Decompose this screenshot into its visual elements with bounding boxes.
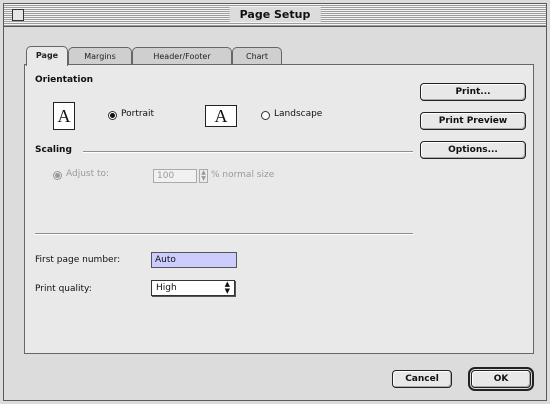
- tab-panel: Orientation A Portrait A Landscape Scali…: [24, 64, 534, 354]
- title-bar[interactable]: Page Setup: [4, 4, 546, 27]
- normal-size-label: % normal size: [211, 170, 275, 180]
- print-quality-popup[interactable]: High ▲ ▼: [151, 280, 235, 296]
- close-box-icon[interactable]: [12, 9, 24, 21]
- page-setup-window: Page Setup Page Margins Header/Footer Ch…: [3, 3, 547, 401]
- portrait-label[interactable]: Portrait: [121, 109, 154, 119]
- tab-header-footer[interactable]: Header/Footer: [132, 47, 232, 65]
- portrait-orientation-icon: A: [53, 102, 75, 130]
- landscape-orientation-icon: A: [205, 105, 237, 127]
- tab-page[interactable]: Page: [26, 46, 68, 66]
- popup-arrows-icon: ▲ ▼: [224, 280, 230, 295]
- first-page-number-field[interactable]: Auto: [151, 252, 237, 268]
- scaling-label: Scaling: [35, 145, 72, 155]
- scale-stepper[interactable]: ▲ ▼: [199, 169, 208, 183]
- adjust-to-label: Adjust to:: [66, 169, 110, 179]
- first-page-number-label: First page number:: [35, 255, 121, 265]
- orientation-label: Orientation: [35, 75, 94, 85]
- landscape-radio[interactable]: [261, 111, 270, 120]
- portrait-radio[interactable]: [108, 111, 117, 120]
- landscape-label[interactable]: Landscape: [274, 109, 322, 119]
- print-preview-button[interactable]: Print Preview: [420, 112, 526, 130]
- ok-button[interactable]: OK: [468, 367, 534, 391]
- divider: [35, 233, 413, 235]
- scale-percent-field[interactable]: 100: [153, 169, 197, 183]
- print-quality-value: High: [156, 283, 177, 293]
- tab-margins[interactable]: Margins: [68, 47, 132, 65]
- print-quality-label: Print quality:: [35, 284, 92, 294]
- print-button[interactable]: Print...: [420, 83, 526, 101]
- cancel-button[interactable]: Cancel: [392, 370, 452, 388]
- window-title: Page Setup: [229, 7, 321, 22]
- options-button[interactable]: Options...: [420, 141, 526, 159]
- adjust-to-radio[interactable]: [53, 171, 62, 180]
- tab-chart[interactable]: Chart: [232, 47, 282, 65]
- scaling-separator: [83, 151, 413, 153]
